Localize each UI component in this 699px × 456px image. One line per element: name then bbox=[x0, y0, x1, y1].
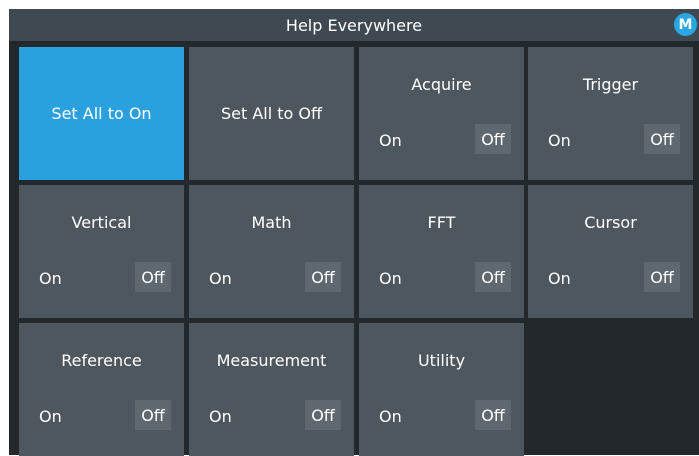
acquire-off-option[interactable]: Off bbox=[475, 124, 511, 154]
tile-math-name: Math bbox=[251, 213, 292, 232]
tile-cursor: Cursor On Off bbox=[528, 185, 693, 318]
cursor-off-option[interactable]: Off bbox=[644, 262, 680, 292]
math-off-option[interactable]: Off bbox=[305, 262, 341, 292]
reference-on-option[interactable]: On bbox=[39, 401, 69, 431]
measurement-off-option[interactable]: Off bbox=[305, 400, 341, 430]
tile-acquire-name: Acquire bbox=[411, 75, 472, 94]
tile-fft-name: FFT bbox=[427, 213, 456, 232]
fft-off-option[interactable]: Off bbox=[475, 262, 511, 292]
tile-measurement: Measurement On Off bbox=[189, 323, 354, 456]
trigger-on-option[interactable]: On bbox=[548, 125, 578, 155]
tile-trigger: Trigger On Off bbox=[528, 47, 693, 180]
set-all-on-label: Set All to On bbox=[51, 104, 152, 123]
tile-trigger-name: Trigger bbox=[582, 75, 639, 94]
reference-off-option[interactable]: Off bbox=[135, 400, 171, 430]
tile-reference: Reference On Off bbox=[19, 323, 184, 456]
tile-utility: Utility On Off bbox=[359, 323, 524, 456]
tile-acquire: Acquire On Off bbox=[359, 47, 524, 180]
tile-reference-name: Reference bbox=[61, 351, 142, 370]
tile-vertical: Vertical On Off bbox=[19, 185, 184, 318]
cursor-on-option[interactable]: On bbox=[548, 263, 578, 293]
tile-vertical-name: Vertical bbox=[71, 213, 132, 232]
title-bar: Help Everywhere M bbox=[9, 9, 699, 41]
utility-off-option[interactable]: Off bbox=[475, 400, 511, 430]
set-all-on-button[interactable]: Set All to On bbox=[19, 47, 184, 180]
utility-on-option[interactable]: On bbox=[379, 401, 409, 431]
set-all-off-button[interactable]: Set All to Off bbox=[189, 47, 354, 180]
help-everywhere-panel: Help Everywhere M Set All to On Set All … bbox=[9, 9, 699, 456]
vertical-on-option[interactable]: On bbox=[39, 263, 69, 293]
acquire-on-option[interactable]: On bbox=[379, 125, 409, 155]
tile-cursor-name: Cursor bbox=[584, 213, 637, 232]
tile-fft: FFT On Off bbox=[359, 185, 524, 318]
tile-measurement-name: Measurement bbox=[216, 351, 327, 370]
math-on-option[interactable]: On bbox=[209, 263, 239, 293]
m-badge-icon: M bbox=[674, 13, 697, 36]
tile-math: Math On Off bbox=[189, 185, 354, 318]
measurement-on-option[interactable]: On bbox=[209, 401, 239, 431]
trigger-off-option[interactable]: Off bbox=[644, 124, 680, 154]
fft-on-option[interactable]: On bbox=[379, 263, 409, 293]
vertical-off-option[interactable]: Off bbox=[135, 262, 171, 292]
set-all-off-label: Set All to Off bbox=[220, 104, 323, 123]
window-title: Help Everywhere bbox=[285, 15, 423, 35]
tile-utility-name: Utility bbox=[417, 351, 466, 370]
